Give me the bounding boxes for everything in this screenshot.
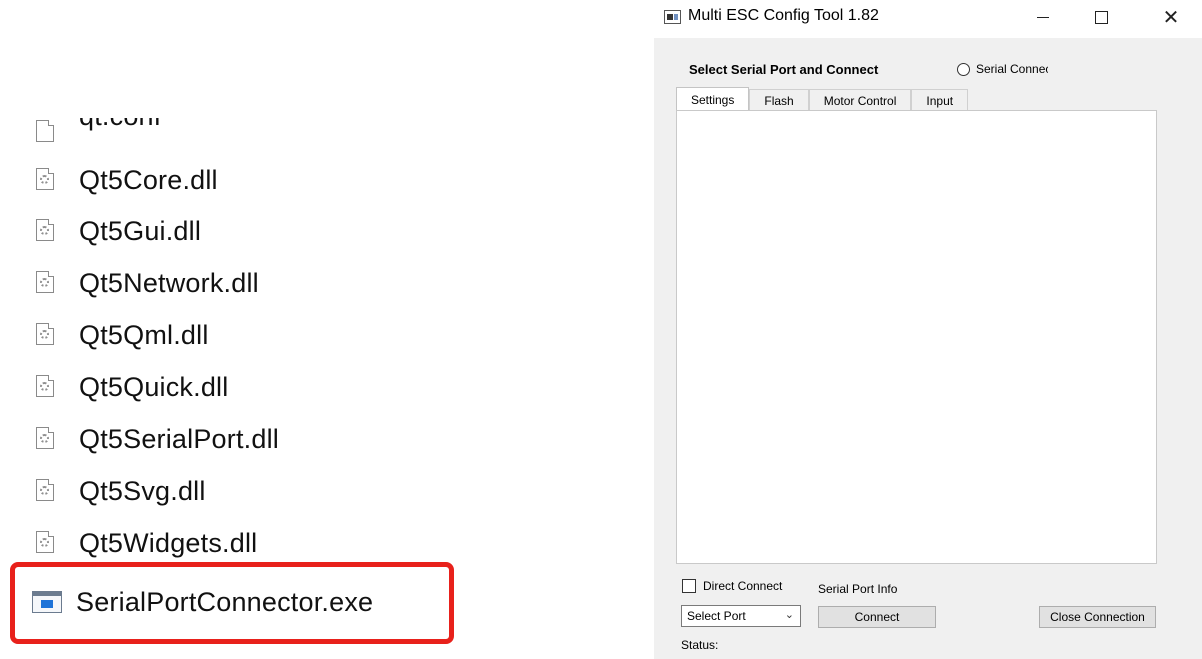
port-select-value: Select Port bbox=[687, 609, 746, 623]
file-item[interactable]: Qt5Qml.dll bbox=[36, 315, 209, 355]
checkbox-label: Direct Connect bbox=[703, 579, 783, 593]
port-select[interactable]: Select Port ⌄ bbox=[681, 605, 801, 627]
file-name: qt.conf bbox=[79, 118, 161, 132]
file-name: Qt5Widgets.dll bbox=[79, 527, 258, 558]
file-list: qt.conf Qt5Core.dll Qt5Gui.dll Qt5Networ… bbox=[0, 0, 640, 659]
connect-button[interactable]: Connect bbox=[818, 606, 936, 628]
checkbox-box[interactable] bbox=[682, 579, 696, 593]
app-window: Multi ESC Config Tool 1.82 ✕ Select Seri… bbox=[654, 0, 1202, 659]
dll-file-icon bbox=[36, 531, 56, 555]
tab-input[interactable]: Input bbox=[911, 89, 969, 111]
file-item[interactable]: Qt5Network.dll bbox=[36, 263, 259, 303]
file-item[interactable]: Qt5Quick.dll bbox=[36, 367, 228, 407]
file-name: Qt5Qml.dll bbox=[79, 319, 209, 350]
dll-file-icon bbox=[36, 427, 56, 451]
radio-button[interactable] bbox=[957, 62, 970, 76]
file-name: Qt5Gui.dll bbox=[79, 215, 202, 246]
serial-port-info-label: Serial Port Info bbox=[818, 582, 898, 596]
tab-motor-control[interactable]: Motor Control bbox=[808, 89, 912, 111]
file-item[interactable]: Qt5Gui.dll bbox=[36, 211, 201, 251]
file-name: Qt5Network.dll bbox=[79, 267, 259, 298]
status-label: Status: bbox=[681, 638, 719, 652]
file-item[interactable]: Qt5Widgets.dll bbox=[36, 523, 257, 563]
dll-file-icon bbox=[36, 271, 56, 295]
serial-connected-radio[interactable]: Serial Connected bbox=[957, 62, 1048, 76]
minimize-button[interactable] bbox=[1020, 0, 1066, 34]
file-item-partial[interactable]: qt.conf bbox=[36, 118, 161, 144]
radio-label: Serial Connected bbox=[976, 62, 1048, 76]
dll-file-icon bbox=[36, 168, 56, 192]
tab-bar: Settings Flash Motor Control Input bbox=[676, 87, 969, 111]
window-title: Multi ESC Config Tool 1.82 bbox=[688, 7, 879, 24]
exe-window-icon bbox=[32, 591, 62, 613]
file-item[interactable]: Qt5Svg.dll bbox=[36, 471, 206, 511]
app-window-icon bbox=[664, 10, 681, 24]
file-item[interactable]: Qt5SerialPort.dll bbox=[36, 419, 279, 459]
minimize-icon bbox=[1037, 16, 1049, 18]
dll-file-icon bbox=[36, 323, 56, 347]
file-name: Qt5SerialPort.dll bbox=[79, 423, 279, 454]
maximize-icon bbox=[1094, 10, 1108, 24]
file-name: Qt5Core.dll bbox=[79, 164, 218, 195]
close-icon: ✕ bbox=[1162, 6, 1180, 29]
tab-settings[interactable]: Settings bbox=[676, 87, 750, 111]
dll-file-icon bbox=[36, 219, 56, 243]
direct-connect-checkbox[interactable]: Direct Connect bbox=[682, 579, 789, 593]
dll-file-icon bbox=[36, 479, 56, 503]
close-button[interactable]: ✕ bbox=[1148, 0, 1194, 34]
title-bar[interactable]: Multi ESC Config Tool 1.82 ✕ bbox=[654, 0, 1202, 38]
tab-content-panel bbox=[676, 110, 1157, 564]
file-icon bbox=[36, 120, 56, 144]
tab-flash[interactable]: Flash bbox=[749, 89, 809, 111]
chevron-down-icon[interactable]: ⌄ bbox=[785, 608, 794, 621]
file-name: Qt5Svg.dll bbox=[79, 475, 206, 506]
file-item-exe[interactable]: SerialPortConnector.exe bbox=[32, 582, 373, 622]
dll-file-icon bbox=[36, 375, 56, 399]
group-title: Select Serial Port and Connect bbox=[689, 62, 879, 77]
file-name: Qt5Quick.dll bbox=[79, 371, 229, 402]
file-name: SerialPortConnector.exe bbox=[76, 586, 374, 617]
close-connection-button[interactable]: Close Connection bbox=[1039, 606, 1156, 628]
maximize-button[interactable] bbox=[1078, 0, 1124, 34]
file-item[interactable]: Qt5Core.dll bbox=[36, 160, 218, 200]
